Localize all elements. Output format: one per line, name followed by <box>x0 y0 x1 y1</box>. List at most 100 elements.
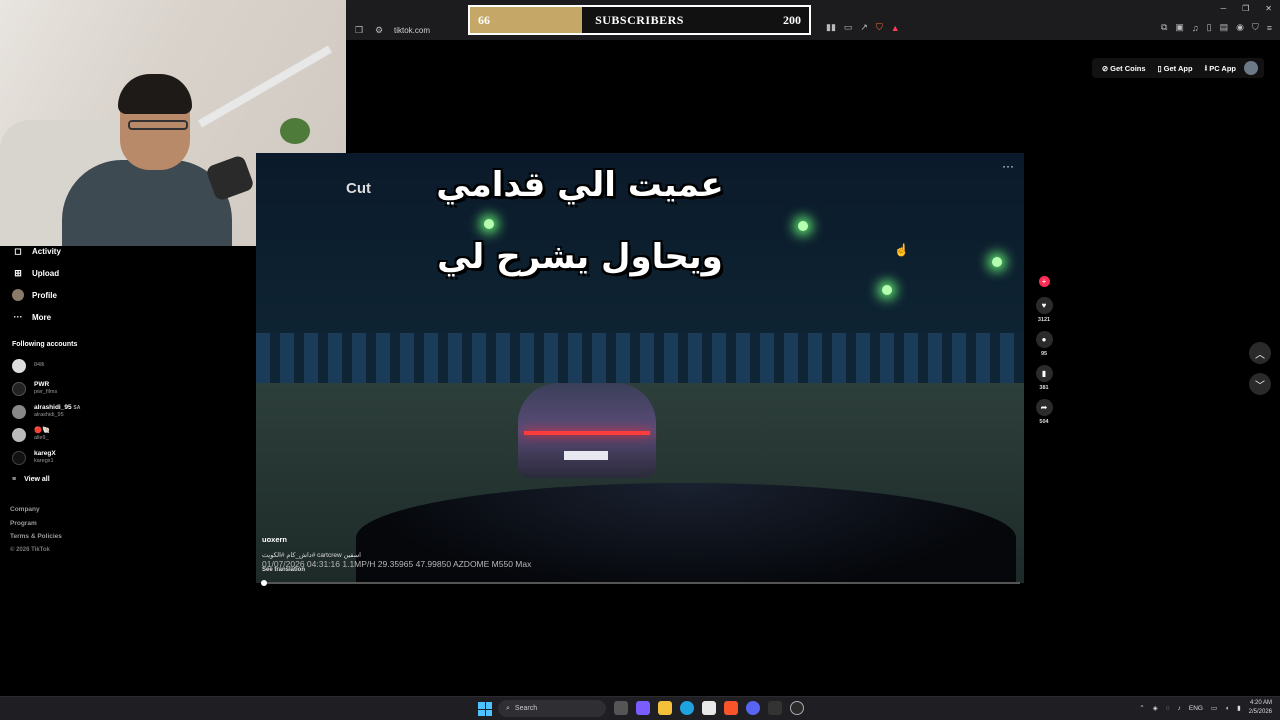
terminal-icon[interactable] <box>768 701 782 715</box>
volume-icon[interactable]: ◖ <box>1225 705 1229 712</box>
video-progress-bar[interactable] <box>261 580 1020 586</box>
follow-plus-icon[interactable]: + <box>1038 276 1050 287</box>
share-action[interactable]: ➦ 504 <box>1034 399 1054 427</box>
share-count: 504 <box>1039 419 1049 425</box>
security-icon[interactable]: ◈ <box>1153 704 1158 712</box>
edge-icon[interactable] <box>680 701 694 715</box>
subscriber-goal: 200 <box>783 12 801 27</box>
brave-rewards-icon[interactable]: ▲ <box>891 23 900 33</box>
bookmark-icon[interactable]: ❒ <box>354 25 364 35</box>
mic-icon[interactable]: ♪ <box>1178 705 1181 712</box>
view-all-link[interactable]: ≡ View all <box>0 469 150 489</box>
vpn-icon[interactable]: ◉ <box>1236 22 1244 33</box>
task-view-icon[interactable] <box>614 701 628 715</box>
plant <box>280 118 310 144</box>
get-app-button[interactable]: ▯ Get App <box>1154 64 1197 73</box>
site-settings-icon[interactable]: ⚙ <box>374 25 384 35</box>
brave-shield-icon[interactable]: ⛉ <box>876 22 883 33</box>
subscriber-label: SUBSCRIBERS <box>595 12 684 27</box>
following-account[interactable]: alrashidi_95 SA alrashidi_95 <box>0 400 150 423</box>
footer-program-link[interactable]: Program <box>10 517 150 531</box>
window-controls: ─ ❐ ✕ <box>1220 4 1272 13</box>
next-video-button[interactable]: ﹀ <box>1249 373 1271 395</box>
heart-icon[interactable]: ♥ <box>1035 297 1053 314</box>
battery-icon[interactable]: ▮ <box>1237 704 1241 712</box>
person-hair <box>118 74 192 114</box>
obs-icon[interactable] <box>790 701 804 715</box>
windows-taskbar: ⌕ Search ⌃ ◈ ◌ ♪ ENG ▭ ◖ ▮ 4:20 AM 2/5/2 <box>0 696 1280 720</box>
subscriber-goal-overlay: 66 SUBSCRIBERS 200 <box>468 5 811 35</box>
copilot-icon[interactable] <box>636 701 650 715</box>
license-plate <box>564 451 608 460</box>
more-options-icon[interactable]: ··· <box>1002 159 1014 173</box>
get-coins-button[interactable]: ⊘ Get Coins <box>1098 64 1150 73</box>
language-indicator[interactable]: ENG <box>1189 705 1203 712</box>
like-action[interactable]: ♥ 3121 <box>1034 297 1054 325</box>
store-icon[interactable] <box>702 701 716 715</box>
street-light <box>798 221 808 231</box>
maximize-button[interactable]: ❐ <box>1242 4 1249 13</box>
share-icon[interactable]: ↗ <box>860 22 868 33</box>
chevron-up-icon: ︿ <box>1255 349 1265 361</box>
save-action[interactable]: ▮ 381 <box>1034 365 1054 393</box>
chevron-up-icon[interactable]: ⌃ <box>1139 704 1144 712</box>
video-actions: + ♥ 3121 ● 95 ▮ 381 ➦ 504 <box>1034 276 1054 433</box>
extension-icons: ▮▮ ▭ ↗ ⛉ ▲ <box>826 22 900 33</box>
following-account[interactable]: PWR pwr_films <box>0 377 150 400</box>
clock[interactable]: 4:20 AM 2/5/2026 <box>1249 699 1272 717</box>
taskbar-search[interactable]: ⌕ Search <box>498 700 606 717</box>
music-icon[interactable]: ♫ <box>1192 23 1199 33</box>
account-avatar <box>12 450 26 465</box>
menu-icon[interactable]: ≡ <box>1267 23 1272 33</box>
copyright: © 2026 TikTok <box>10 546 50 553</box>
see-translation-link[interactable]: See translation <box>262 567 305 573</box>
sidebar-icon[interactable]: ▯ <box>1207 22 1212 33</box>
user-avatar[interactable] <box>1244 61 1258 75</box>
mouse-cursor-icon: ☝ <box>894 243 909 257</box>
screenshot-icon[interactable]: ▣ <box>1175 22 1184 33</box>
list-icon: ≡ <box>12 475 17 483</box>
share-arrow-icon[interactable]: ➦ <box>1035 399 1053 416</box>
sidebar-item-more[interactable]: ··· More <box>0 306 150 328</box>
extensions-icon[interactable]: ⧉ <box>1161 22 1167 33</box>
discord-icon[interactable] <box>746 701 760 715</box>
comment-action[interactable]: ● 95 <box>1034 331 1054 359</box>
video-author[interactable]: uoxern <box>262 535 287 544</box>
reader-icon[interactable]: ▮▮ <box>826 22 836 33</box>
close-button[interactable]: ✕ <box>1265 4 1272 13</box>
footer-company-link[interactable]: Company <box>10 503 150 517</box>
screen: ❒ ⚙ tiktok.com ▮▮ ▭ ↗ ⛉ ▲ ⧉ ▣ ♫ ▯ ▤ ◉ ⛉ … <box>0 0 1280 720</box>
following-account[interactable]: karegX karegx1 <box>0 446 150 469</box>
cast-icon[interactable]: ▭ <box>844 22 853 33</box>
following-account[interactable]: 848i <box>0 354 150 377</box>
url-text[interactable]: tiktok.com <box>394 26 430 35</box>
video-description: داش_كام #الكويت# cartcrew اسفين <box>262 552 361 559</box>
account-avatar <box>12 404 26 419</box>
minimize-button[interactable]: ─ <box>1220 4 1226 13</box>
brave-icon[interactable] <box>724 701 738 715</box>
file-explorer-icon[interactable] <box>658 701 672 715</box>
sidebar-item-activity[interactable]: ◻ Activity <box>0 240 150 262</box>
pc-app-button[interactable]: ⭳ PC App <box>1201 62 1240 75</box>
network-icon[interactable]: ◌ <box>1166 705 1170 712</box>
address-bar[interactable]: ❒ ⚙ tiktok.com <box>354 22 430 38</box>
sidebar-footer: Company Program Terms & Policies © 2026 … <box>0 503 150 557</box>
account-avatar <box>12 358 26 373</box>
following-account[interactable]: 🔴🐚 alle9_ <box>0 423 150 446</box>
wallet-icon[interactable]: ▤ <box>1220 22 1229 33</box>
sidebar-item-upload[interactable]: ⊞ Upload <box>0 262 150 284</box>
search-icon: ⌕ <box>506 704 510 712</box>
comment-icon[interactable]: ● <box>1035 331 1053 348</box>
mic-arm <box>198 45 332 128</box>
display-icon[interactable]: ▭ <box>1211 704 1217 712</box>
progress-knob[interactable] <box>261 580 267 586</box>
video-player[interactable]: عميت الي قدامي ويحاول يشرح لي ··· uoxern… <box>256 153 1024 583</box>
download-icon: ⭳ <box>1204 62 1208 72</box>
start-button[interactable] <box>478 702 492 716</box>
bookmark-icon[interactable]: ▮ <box>1035 365 1053 382</box>
shield-icon[interactable]: ⛉ <box>1252 22 1259 33</box>
save-count: 381 <box>1039 385 1049 391</box>
sidebar-item-profile[interactable]: Profile <box>0 284 150 306</box>
previous-video-button[interactable]: ︿ <box>1249 342 1271 364</box>
footer-terms-link[interactable]: Terms & Policies <box>10 530 150 544</box>
